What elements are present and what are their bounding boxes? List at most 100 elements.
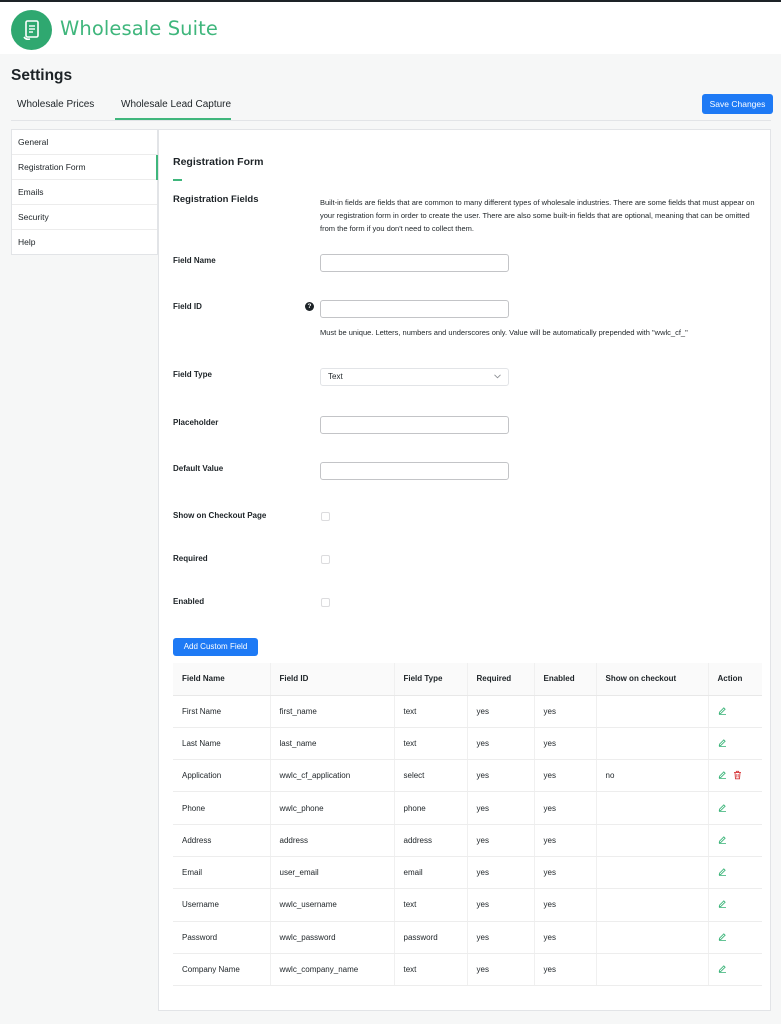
section-title-underline [173, 179, 182, 181]
cell-type: password [394, 921, 468, 954]
sidebar-item-general[interactable]: General [12, 130, 157, 155]
table-row: Phone wwlc_phone phone yes yes [173, 791, 762, 825]
edit-icon[interactable] [718, 899, 727, 910]
column-header-field-type: Field Type [394, 663, 468, 696]
show-on-checkout-checkbox[interactable] [321, 512, 330, 521]
edit-icon[interactable] [718, 803, 727, 814]
cell-checkout [596, 727, 709, 761]
cell-checkout [596, 824, 709, 857]
tabs-divider [11, 120, 771, 121]
sidebar-item-security[interactable]: Security [12, 205, 157, 230]
field-id-input[interactable] [320, 300, 509, 318]
field-name-input[interactable] [320, 254, 509, 272]
cell-type: text [394, 953, 468, 987]
cell-action [708, 921, 762, 954]
registration-fields-description: Built-in fields are fields that are comm… [320, 198, 755, 233]
cell-id: first_name [270, 695, 395, 728]
edit-icon[interactable] [718, 932, 727, 943]
table-row: First Name first_name text yes yes [173, 695, 762, 728]
default-value-input[interactable] [320, 462, 509, 480]
custom-fields-table: Field Name Field ID Field Type Required … [173, 663, 762, 987]
enabled-checkbox[interactable] [321, 598, 330, 607]
column-header-field-id: Field ID [270, 663, 395, 696]
cell-checkout [596, 856, 709, 890]
cell-checkout [596, 888, 709, 922]
field-type-select[interactable]: Text [320, 368, 509, 386]
column-header-enabled: Enabled [534, 663, 597, 696]
cell-enabled: yes [534, 888, 597, 922]
column-header-show-on-checkout: Show on checkout [596, 663, 709, 696]
cell-name: Application [173, 759, 271, 793]
cell-enabled: yes [534, 953, 597, 987]
cell-id: wwlc_username [270, 888, 395, 922]
table-row: Last Name last_name text yes yes [173, 727, 762, 761]
edit-icon[interactable] [718, 867, 727, 878]
sidebar-item-emails[interactable]: Emails [12, 180, 157, 205]
field-id-hint: Must be unique. Letters, numbers and und… [320, 328, 688, 337]
cell-id: wwlc_cf_application [270, 759, 395, 793]
required-checkbox[interactable] [321, 555, 330, 564]
tab-wholesale-prices[interactable]: Wholesale Prices [17, 99, 94, 110]
field-type-value: Text [328, 372, 343, 381]
cell-action [708, 695, 762, 728]
logo-icon [11, 10, 52, 50]
brand-name: Wholesale Suite [60, 17, 219, 40]
cell-name: Company Name [173, 953, 271, 987]
add-custom-field-button[interactable]: Add Custom Field [173, 638, 258, 656]
table-row: Email user_email email yes yes [173, 856, 762, 890]
cell-action [708, 953, 762, 987]
cell-required: yes [467, 791, 535, 825]
save-changes-button[interactable]: Save Changes [702, 94, 773, 114]
cell-id: user_email [270, 856, 395, 890]
cell-name: First Name [173, 695, 271, 728]
edit-icon[interactable] [718, 770, 727, 781]
cell-name: Phone [173, 791, 271, 825]
cell-required: yes [467, 856, 535, 890]
field-type-label: Field Type [173, 370, 212, 379]
table-row: Password wwlc_password password yes yes [173, 921, 762, 954]
cell-checkout [596, 695, 709, 728]
edit-icon[interactable] [718, 964, 727, 975]
cell-action [708, 727, 762, 761]
tab-wholesale-lead-capture[interactable]: Wholesale Lead Capture [121, 99, 231, 110]
cell-enabled: yes [534, 791, 597, 825]
cell-name: Last Name [173, 727, 271, 761]
sidebar-item-registration-form[interactable]: Registration Form [12, 155, 158, 180]
cell-required: yes [467, 888, 535, 922]
sidebar-item-help[interactable]: Help [12, 230, 157, 255]
cell-action [708, 759, 762, 793]
enabled-label: Enabled [173, 597, 205, 606]
cell-checkout: no [596, 759, 709, 793]
column-header-required: Required [467, 663, 535, 696]
placeholder-input[interactable] [320, 416, 509, 434]
field-name-label: Field Name [173, 256, 216, 265]
cell-id: wwlc_phone [270, 791, 395, 825]
field-id-label: Field ID [173, 302, 202, 311]
required-label: Required [173, 554, 208, 563]
cell-type: address [394, 824, 468, 857]
cell-name: Address [173, 824, 271, 857]
cell-enabled: yes [534, 856, 597, 890]
cell-id: wwlc_company_name [270, 953, 395, 987]
cell-enabled: yes [534, 824, 597, 857]
cell-id: last_name [270, 727, 395, 761]
placeholder-label: Placeholder [173, 418, 219, 427]
cell-required: yes [467, 921, 535, 954]
cell-action [708, 791, 762, 825]
cell-checkout [596, 921, 709, 954]
chevron-down-icon [494, 374, 501, 379]
cell-enabled: yes [534, 695, 597, 728]
edit-icon[interactable] [718, 706, 727, 717]
edit-icon[interactable] [718, 835, 727, 846]
help-icon[interactable]: ? [305, 302, 314, 311]
column-header-action: Action [708, 663, 762, 696]
cell-required: yes [467, 727, 535, 761]
cell-enabled: yes [534, 921, 597, 954]
cell-enabled: yes [534, 759, 597, 793]
table-row: Company Name wwlc_company_name text yes yes [173, 953, 762, 987]
cell-type: email [394, 856, 468, 890]
show-on-checkout-label: Show on Checkout Page [173, 511, 267, 520]
edit-icon[interactable] [718, 738, 727, 749]
section-title: Registration Form [173, 156, 264, 168]
delete-icon[interactable] [733, 770, 742, 782]
